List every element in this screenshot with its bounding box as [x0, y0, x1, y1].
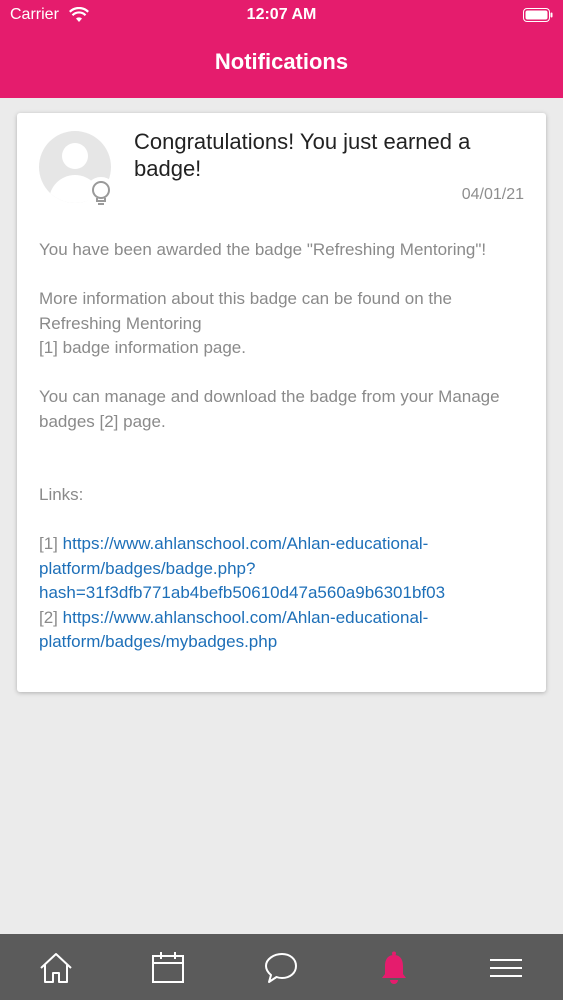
- header-bar: Carrier 12:07 AM Notifications: [0, 0, 563, 98]
- link-2[interactable]: https://www.ahlanschool.com/Ahlan-educat…: [39, 608, 428, 652]
- tab-bar: [0, 934, 563, 1000]
- notification-body: You have been awarded the badge "Refresh…: [39, 238, 529, 655]
- status-bar: Carrier 12:07 AM: [0, 0, 563, 30]
- chat-icon: [265, 953, 297, 983]
- notification-card[interactable]: Congratulations! You just earned a badge…: [17, 113, 546, 692]
- link-1-row: [1] https://www.ahlanschool.com/Ahlan-ed…: [39, 532, 529, 606]
- body-line-4: You can manage and download the badge fr…: [39, 387, 500, 431]
- tab-calendar[interactable]: [148, 948, 188, 988]
- link-1-ref: [1]: [39, 534, 58, 553]
- tab-home[interactable]: [36, 948, 76, 988]
- link-1[interactable]: https://www.ahlanschool.com/Ahlan-educat…: [39, 534, 445, 602]
- home-icon: [40, 953, 72, 983]
- link-2-ref: [2]: [39, 607, 58, 627]
- menu-icon: [490, 959, 522, 977]
- page-title: Notifications: [214, 49, 349, 74]
- lightbulb-icon: [85, 177, 117, 209]
- body-line-1: You have been awarded the badge "Refresh…: [39, 240, 487, 259]
- status-time: 12:07 AM: [246, 6, 317, 23]
- calendar-icon: [152, 952, 184, 983]
- battery-icon: [523, 8, 553, 22]
- tab-notifications[interactable]: [374, 948, 414, 988]
- notification-date: 04/01/21: [461, 186, 524, 203]
- tab-menu[interactable]: [486, 948, 526, 988]
- tab-messages[interactable]: [261, 948, 301, 988]
- links-label: Links:: [39, 485, 84, 504]
- body-line-3: [1] badge information page.: [39, 338, 246, 357]
- link-2-row: [2] https://www.ahlanschool.com/Ahlan-ed…: [39, 606, 529, 655]
- bell-icon: [382, 951, 406, 984]
- body-line-2: More information about this badge can be…: [39, 289, 453, 333]
- notification-subject: Congratulations! You just earned a badge…: [134, 129, 471, 181]
